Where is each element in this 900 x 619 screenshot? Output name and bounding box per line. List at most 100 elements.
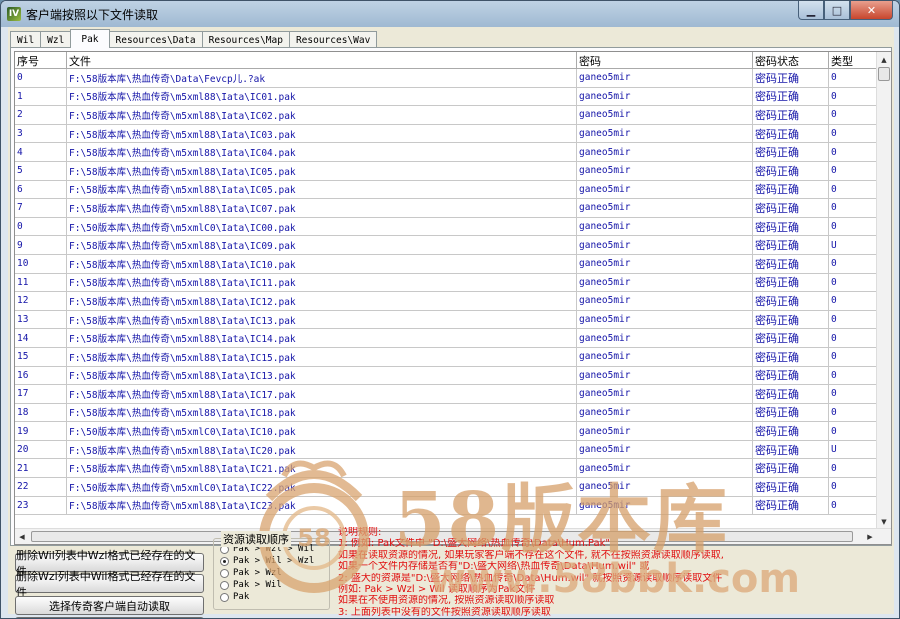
title-bar[interactable]: IV 客户端按照以下文件读取 ▁ □ ✕ xyxy=(1,1,899,27)
cell-password: ganeo5mir xyxy=(577,496,753,515)
vertical-scroll-thumb[interactable] xyxy=(878,67,890,81)
radio-label: Pak > Wil > Wzl xyxy=(233,556,315,566)
auto-read-client-button[interactable]: 选择传奇客户端自动读取 xyxy=(15,596,204,615)
cell-type: 0 xyxy=(829,310,877,329)
cell-index: 10 xyxy=(15,254,67,273)
column-header-file[interactable]: 文件 xyxy=(67,52,577,69)
read-order-radio-2[interactable]: Pak > Wzl xyxy=(220,568,282,578)
table-row[interactable]: 14 F:\58版本库\热血传奇\m5xml88\Iata\IC14.pak gan… xyxy=(15,329,877,348)
read-order-label: 资源读取顺序 xyxy=(221,531,291,547)
radio-button-icon[interactable] xyxy=(220,556,229,566)
table-row[interactable]: 15 F:\58版本库\热血传奇\m5xml88\Iata\IC15.pak gan… xyxy=(15,347,877,367)
cell-password: ganeo5mir xyxy=(577,385,753,403)
cell-file: F:\58版本库\热血传奇\m5xml88\Iata\IC12.pak xyxy=(67,292,577,310)
cell-password-status: 密码正确 xyxy=(753,310,829,329)
tab-2[interactable]: Pak xyxy=(70,29,110,48)
cell-type: 0 xyxy=(829,180,877,199)
note-line: 如果在读取资源的情况, 如果玩家客户端不存在这个文件, 就不在按照资源读取顺序读… xyxy=(338,549,724,561)
cell-index: 0 xyxy=(15,217,67,236)
read-order-radio-4[interactable]: Pak xyxy=(220,592,249,602)
table-row[interactable]: 21 F:\58版本库\热血传奇\m5xml88\Iata\IC21.pak gan… xyxy=(15,459,877,479)
scroll-left-icon[interactable]: ◀ xyxy=(15,529,29,544)
maximize-icon: □ xyxy=(831,3,843,17)
cell-index: 16 xyxy=(15,366,67,385)
cell-type: 0 xyxy=(829,292,877,310)
cell-password: ganeo5mir xyxy=(577,347,753,366)
cell-index: 0 xyxy=(15,69,67,87)
minimize-button[interactable]: ▁ xyxy=(798,1,824,20)
cell-index: 23 xyxy=(15,496,67,515)
table-row[interactable]: 4 F:\58版本库\热血传奇\m5xml88\Iata\IC04.pak gane… xyxy=(15,143,877,162)
table-row[interactable]: 22 F:\50版本库\热血传奇\m5xmlC0\Iata\IC22.pak gan… xyxy=(15,478,877,497)
cell-index: 22 xyxy=(15,478,67,496)
table-row[interactable]: 0 F:\50版本库\热血传奇\m5xmlC0\Iata\IC00.pak gane… xyxy=(15,217,877,237)
cell-file: F:\58版本库\热血传奇\m5xml88\Iata\IC15.pak xyxy=(67,347,577,366)
cell-password: ganeo5mir xyxy=(577,217,753,236)
delete-wzl-duplicates-button[interactable]: 删除Wzl列表中Wil格式已经存在的文件 xyxy=(15,570,204,599)
cell-type: 0 xyxy=(829,459,877,478)
table-row[interactable]: 23 F:\58版本库\热血传奇\m5xml88\Iata\IC23.pak gan… xyxy=(15,496,877,516)
table-row[interactable]: 3 F:\58版本库\热血传奇\m5xml88\Iata\IC03.pak gane… xyxy=(15,124,877,144)
scroll-up-icon[interactable]: ▲ xyxy=(877,52,891,67)
table-row[interactable]: 13 F:\58版本库\热血传奇\m5xml88\Iata\IC13.pak gan… xyxy=(15,310,877,330)
cell-index: 5 xyxy=(15,161,67,180)
table-row[interactable]: 2 F:\58版本库\热血传奇\m5xml88\Iata\IC02.pak gane… xyxy=(15,106,877,125)
cell-file: F:\58版本库\热血传奇\m5xml88\Iata\IC10.pak xyxy=(67,254,577,273)
table-row[interactable]: 6 F:\58版本库\热血传奇\m5xml88\Iata\IC05.pak gane… xyxy=(15,180,877,200)
table-row[interactable]: 7 F:\58版本库\热血传奇\m5xml88\Iata\IC07.pak gane… xyxy=(15,199,877,218)
minimize-icon: ▁ xyxy=(806,3,816,17)
cell-file: F:\58版本库\热血传奇\m5xml88\Iata\IC05.pak xyxy=(67,161,577,180)
table-row[interactable]: 20 F:\58版本库\热血传奇\m5xml88\Iata\IC20.pak gan… xyxy=(15,440,877,460)
tab-5[interactable]: Resources\Wav xyxy=(288,31,378,48)
close-button[interactable]: ✕ xyxy=(850,1,893,20)
cell-file: F:\58版本库\热血传奇\m5xml88\Iata\IC23.pak xyxy=(67,496,577,515)
note-line: 3: 上面列表中没有的文件按照资源读取顺序读取 xyxy=(338,606,551,618)
column-header-password[interactable]: 密码 xyxy=(577,52,753,69)
tab-4[interactable]: Resources\Map xyxy=(201,31,290,48)
column-header-password-status[interactable]: 密码状态 xyxy=(753,52,829,69)
cell-type: 0 xyxy=(829,422,877,440)
table-row[interactable]: 11 F:\58版本库\热血传奇\m5xml88\Iata\IC11.pak gan… xyxy=(15,273,877,293)
table-row[interactable]: 16 F:\58版本库\热血传奇\m5xml88\Iata\IC13.pak gan… xyxy=(15,366,877,386)
radio-button-icon[interactable] xyxy=(220,580,229,590)
read-order-radio-1[interactable]: Pak > Wil > Wzl xyxy=(220,556,314,566)
column-header-index[interactable]: 序号 xyxy=(15,52,67,69)
tab-3[interactable]: Resources\Data xyxy=(108,31,203,48)
radio-label: Pak > Wil xyxy=(233,580,282,590)
maximize-button[interactable]: □ xyxy=(824,1,850,20)
table-row[interactable]: 12 F:\58版本库\热血传奇\m5xml88\Iata\IC12.pak gan… xyxy=(15,292,877,311)
cell-type: 0 xyxy=(829,385,877,403)
table-row[interactable]: 1 F:\58版本库\热血传奇\m5xml88\Iata\IC01.pak gane… xyxy=(15,87,877,107)
table-row[interactable]: 5 F:\58版本库\热血传奇\m5xml88\Iata\IC05.pak gane… xyxy=(15,161,877,181)
cell-index: 15 xyxy=(15,347,67,366)
table-body[interactable]: 0 F:\58版本库\热血传奇\Data\Fevcp儿.?ak ganeo5mir 密… xyxy=(15,69,877,529)
cell-password-status: 密码正确 xyxy=(753,292,829,310)
radio-label: Pak > Wzl xyxy=(233,568,282,578)
table-row[interactable]: 19 F:\50版本库\热血传奇\m5xmlC0\Iata\IC10.pak gan… xyxy=(15,422,877,441)
read-order-radio-3[interactable]: Pak > Wil xyxy=(220,580,282,590)
cell-type: 0 xyxy=(829,347,877,366)
tab-1[interactable]: Wzl xyxy=(40,31,72,48)
table-row[interactable]: 18 F:\58版本库\热血传奇\m5xml88\Iata\IC18.pak gan… xyxy=(15,403,877,423)
scroll-right-icon[interactable]: ▶ xyxy=(863,529,877,544)
tab-0[interactable]: Wil xyxy=(10,31,42,48)
cell-type: 0 xyxy=(829,217,877,236)
table-row[interactable]: 10 F:\58版本库\热血传奇\m5xml88\Iata\IC10.pak gan… xyxy=(15,254,877,274)
cell-file: F:\58版本库\热血传奇\m5xml88\Iata\IC20.pak xyxy=(67,440,577,459)
cell-password-status: 密码正确 xyxy=(753,106,829,124)
table-row[interactable]: 17 F:\58版本库\热血传奇\m5xml88\Iata\IC17.pak gan… xyxy=(15,385,877,404)
cell-password: ganeo5mir xyxy=(577,329,753,347)
table-row[interactable]: 9 F:\58版本库\热血传奇\m5xml88\Iata\IC09.pak gane… xyxy=(15,236,877,255)
radio-button-icon[interactable] xyxy=(220,568,229,578)
cell-index: 2 xyxy=(15,106,67,124)
radio-button-icon[interactable] xyxy=(220,592,229,602)
scroll-down-icon[interactable]: ▼ xyxy=(877,514,891,529)
cell-index: 18 xyxy=(15,403,67,422)
table-header: 序号 文件 密码 密码状态 类型 xyxy=(15,52,877,69)
table-row[interactable]: 0 F:\58版本库\热血传奇\Data\Fevcp儿.?ak ganeo5mir 密… xyxy=(15,69,877,88)
cell-type: 0 xyxy=(829,254,877,273)
radio-label: Pak xyxy=(233,592,250,602)
vertical-scrollbar[interactable]: ▲ ▼ xyxy=(876,52,891,529)
column-header-type[interactable]: 类型 xyxy=(829,52,877,69)
cell-file: F:\58版本库\热血传奇\m5xml88\Iata\IC18.pak xyxy=(67,403,577,422)
